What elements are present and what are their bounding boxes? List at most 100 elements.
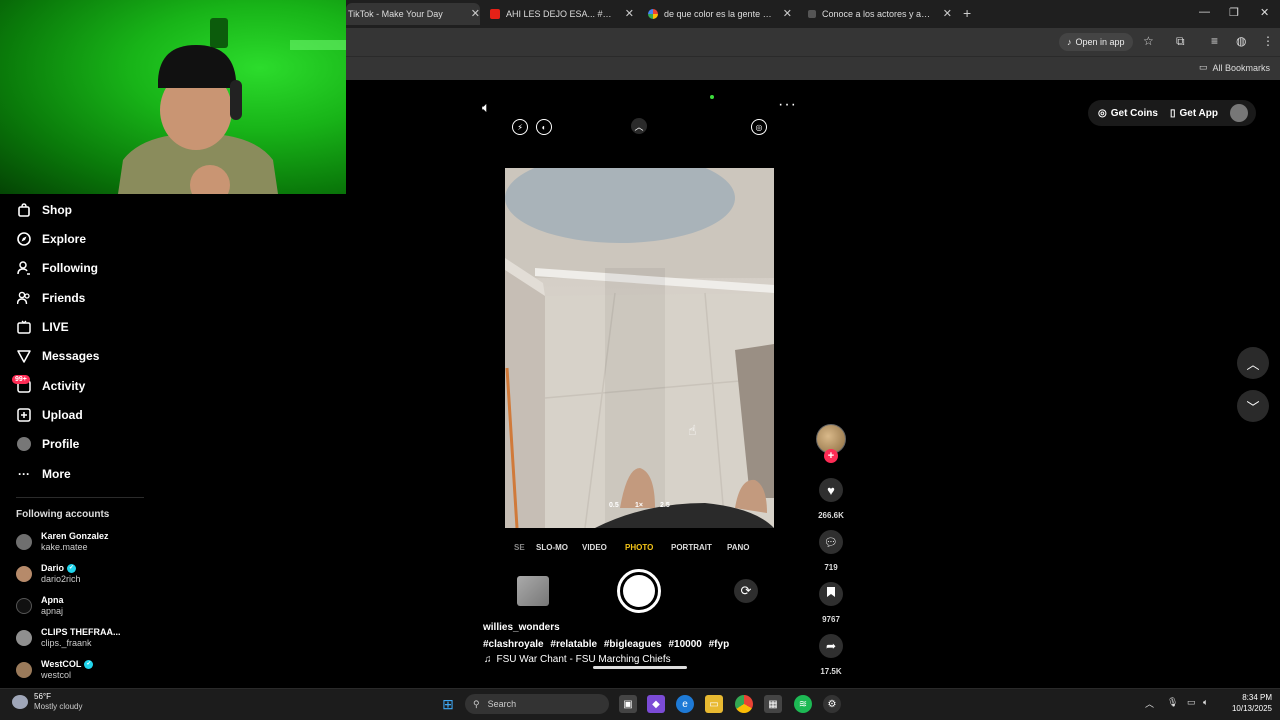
sidebar-item-friends[interactable]: Friends	[16, 288, 85, 308]
chrome-icon[interactable]	[735, 695, 753, 713]
following-account[interactable]: WestCOL ✓ westcol	[16, 658, 94, 681]
coin-icon: ◎	[1098, 107, 1107, 119]
following-account[interactable]: CLIPS THEFRAA... clips._fraank	[16, 626, 121, 649]
verified-icon: ✓	[84, 659, 94, 669]
sidebar-item-following[interactable]: Following	[16, 258, 98, 278]
microsoft-store-icon[interactable]: ▦	[764, 695, 782, 713]
tab-title: Conoce a los actores y actrices	[822, 9, 934, 19]
browser-menu-icon[interactable]: ⋮	[1262, 34, 1274, 48]
open-in-app-button[interactable]: ♪ Open in app	[1059, 33, 1133, 51]
save-button[interactable]	[819, 582, 843, 606]
open-in-app-label: Open in app	[1075, 37, 1125, 47]
home-indicator	[593, 666, 687, 669]
zoom-option-1x: 1×	[635, 502, 643, 509]
taskbar-search[interactable]: ⚲ Search	[465, 694, 609, 714]
profile-avatar-icon[interactable]: ◍	[1236, 34, 1246, 48]
spotify-icon[interactable]: ≋	[794, 695, 812, 713]
chevron-up-icon: ︿	[1246, 356, 1260, 372]
tab-google[interactable]: de que color es la gente de aus ✕	[648, 3, 792, 25]
camera-mode: PANO	[727, 543, 750, 552]
new-tab-icon[interactable]: +	[963, 5, 971, 21]
following-account[interactable]: Dario ✓ dario2rich	[16, 562, 81, 585]
task-view-icon[interactable]: ▣	[619, 695, 637, 713]
next-video-button[interactable]: ﹀	[1237, 390, 1269, 422]
hashtag-link[interactable]: #clashroyale	[483, 639, 544, 650]
network-icon[interactable]: ▭	[1187, 697, 1196, 708]
shop-bag-icon	[16, 202, 32, 218]
volume-tray-icon[interactable]: 🔈︎	[1203, 697, 1208, 708]
sidebar-item-shop[interactable]: Shop	[16, 200, 72, 220]
tab-tiktok[interactable]: TikTok - Make Your Day ✕	[346, 3, 480, 25]
following-account[interactable]: Apna apnaj	[16, 594, 64, 617]
tab-close-icon[interactable]: ✕	[471, 7, 480, 20]
like-button[interactable]: ♥	[819, 478, 843, 502]
hashtag-link[interactable]: #10000	[668, 639, 701, 650]
microphone-icon[interactable]: 🎙︎	[1167, 697, 1178, 708]
copilot-icon[interactable]: ◆	[647, 695, 665, 713]
chevron-down-icon: ﹀	[1246, 399, 1260, 415]
tray-chevron-icon[interactable]: ︿	[1145, 697, 1154, 710]
flash-icon: ⚡︎	[512, 119, 528, 135]
sidebar-item-label: Messages	[42, 349, 100, 363]
clock-time: 8:34 PM	[1242, 693, 1272, 702]
sidebar-item-activity[interactable]: 99+ Activity	[12, 375, 85, 396]
video-author[interactable]: willies_wonders	[483, 622, 560, 633]
comment-button[interactable]: 💬︎	[819, 530, 843, 554]
like-count: 266.6K	[818, 511, 844, 520]
tab-youtube[interactable]: AHI LES DEJO ESA... #chenteydi ✕	[490, 3, 634, 25]
edge-icon[interactable]: e	[676, 695, 694, 713]
hashtag-link[interactable]: #relatable	[550, 639, 597, 650]
avatar	[16, 533, 32, 550]
sidebar-item-messages[interactable]: Messages	[16, 346, 99, 366]
sidebar-item-more[interactable]: ··· More	[16, 464, 71, 484]
app-icon[interactable]: ⚙︎	[823, 695, 841, 713]
sidebar-item-profile[interactable]: Profile	[16, 434, 79, 454]
share-button[interactable]: ➦	[819, 634, 843, 658]
compass-icon	[16, 231, 32, 247]
save-count: 9767	[822, 615, 840, 624]
sidebar-item-explore[interactable]: Explore	[16, 229, 86, 249]
following-account[interactable]: Karen Gonzalez kake.matee	[16, 530, 109, 553]
tab-title: AHI LES DEJO ESA... #chenteydi	[506, 9, 616, 19]
account-name: Apna	[41, 595, 64, 605]
all-bookmarks-button[interactable]: ▭ All Bookmarks	[1199, 62, 1270, 73]
account-name: Karen Gonzalez	[41, 531, 109, 541]
window-close-icon[interactable]: ✕	[1260, 6, 1269, 19]
weather-widget[interactable]: 56°F Mostly cloudy	[12, 692, 82, 712]
extensions-icon[interactable]: ⧉	[1176, 34, 1185, 49]
tab-actors[interactable]: Conoce a los actores y actrices ✕	[808, 3, 952, 25]
file-explorer-icon[interactable]: ▭	[705, 695, 723, 713]
upload-plus-icon	[16, 407, 32, 423]
account-username: apnaj	[41, 606, 64, 616]
system-clock[interactable]: 8:34 PM 10/13/2025	[1222, 692, 1272, 714]
sidebar-divider	[16, 497, 144, 498]
tab-close-icon[interactable]: ✕	[943, 7, 952, 20]
more-dots-icon: ···	[18, 467, 30, 481]
sidebar-item-live[interactable]: LIVE	[16, 317, 69, 337]
maximize-icon[interactable]: ❐	[1229, 6, 1239, 19]
music-note-icon: ♫	[484, 654, 492, 665]
star-bookmark-icon[interactable]: ☆	[1143, 34, 1154, 48]
volume-icon[interactable]: 🔈︎	[482, 99, 490, 116]
sidebar-item-upload[interactable]: Upload	[16, 405, 83, 425]
tab-close-icon[interactable]: ✕	[783, 7, 792, 20]
follow-plus-icon[interactable]: +	[824, 449, 838, 463]
minimize-icon[interactable]: —	[1199, 6, 1210, 18]
tab-title: de que color es la gente de aus	[664, 9, 776, 19]
media-controls-icon[interactable]: ≡	[1211, 34, 1218, 48]
share-arrow-icon: ➦	[825, 639, 837, 653]
previous-video-button[interactable]: ︿	[1237, 347, 1269, 379]
video-more-icon[interactable]: ···	[778, 96, 797, 114]
hashtag-link[interactable]: #bigleagues	[604, 639, 662, 650]
get-app-button[interactable]: ▯ Get App	[1170, 108, 1218, 119]
hashtag-link[interactable]: #fyp	[709, 639, 730, 650]
tab-close-icon[interactable]: ✕	[625, 7, 634, 20]
get-coins-button[interactable]: ◎ Get Coins	[1098, 108, 1158, 119]
windows-start-icon[interactable]: ⊞	[439, 695, 457, 713]
sidebar-item-label: Explore	[42, 232, 87, 246]
verified-icon: ✓	[67, 563, 77, 573]
video-frame	[505, 168, 774, 528]
video-music[interactable]: ♫ FSU War Chant - FSU Marching Chiefs	[484, 654, 671, 665]
user-avatar[interactable]	[1230, 104, 1248, 122]
heart-icon: ♥	[827, 482, 835, 498]
